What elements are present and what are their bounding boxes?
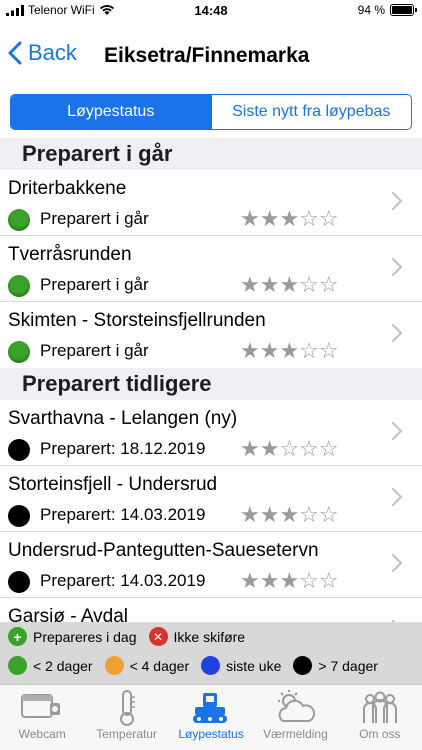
page-title: Eiksetra/Finnemarka — [104, 44, 310, 67]
battery-icon — [390, 4, 417, 16]
status-legend: + Prepareres i dag ✕ Ikke skiføre < 2 da… — [0, 622, 422, 684]
plus-circle-icon: + — [8, 627, 27, 646]
green-dot-icon — [8, 656, 27, 675]
webcam-icon — [21, 694, 61, 718]
rating-stars: ★★★☆☆ — [240, 338, 339, 363]
chevron-right-icon — [392, 422, 402, 440]
status-dot-black — [8, 571, 30, 593]
tab-bar: Webcam Temperatur Løypestatus Værmelding… — [0, 684, 422, 750]
status-dot-black — [8, 439, 30, 461]
tab-label: Om oss — [359, 727, 401, 741]
chevron-right-icon — [392, 258, 402, 276]
legend-gt7: > 7 dager — [318, 657, 378, 674]
trail-name: Garsjø - Avdal — [8, 606, 129, 622]
segment-siste-nytt[interactable]: Siste nytt fra løypebas — [210, 95, 412, 129]
blue-dot-icon — [201, 656, 221, 675]
status-dot-green — [8, 275, 30, 297]
weather-cloud-icon — [278, 690, 316, 722]
trail-row[interactable]: Undersrud-Pantegutten-Sauesetervn Prepar… — [0, 532, 422, 598]
tab-temperatur[interactable]: Temperatur — [84, 685, 168, 750]
legend-lt2: < 2 dager — [33, 657, 93, 674]
rating-stars: ★★★☆☆ — [240, 568, 339, 593]
tab-label: Webcam — [18, 727, 66, 741]
trail-row[interactable]: Garsjø - Avdal ★★★☆☆ — [0, 598, 422, 622]
status-dot-green — [8, 209, 30, 231]
trail-list[interactable]: Preparert i går Driterbakkene Preparert … — [0, 138, 422, 622]
trail-row[interactable]: Storteinsfjell - Undersrud Preparert: 14… — [0, 466, 422, 532]
trail-status: Preparert i går — [40, 209, 149, 228]
segmented-control: Løypestatus Siste nytt fra løypebas — [10, 94, 412, 130]
legend-not-skiable: Ikke skiføre — [173, 628, 246, 645]
tab-label: Værmelding — [263, 727, 328, 741]
app-screen: Telenor WiFi 14:48 94 % Back Eiksetra/Fi… — [0, 0, 422, 750]
back-label: Back — [28, 40, 77, 65]
chevron-right-icon — [392, 324, 402, 342]
tab-label: Løypestatus — [178, 727, 244, 741]
rating-stars: ★★☆☆☆ — [240, 436, 339, 461]
section-header-prepared-yesterday: Preparert i går — [0, 138, 422, 170]
thermometer-icon — [119, 690, 135, 726]
trail-status: Preparert: 14.03.2019 — [40, 505, 206, 524]
chevron-left-icon — [8, 41, 22, 65]
orange-dot-icon — [104, 656, 124, 675]
legend-line-1: + Prepareres i dag ✕ Ikke skiføre — [8, 627, 257, 646]
legend-prepares-today: Prepareres i dag — [33, 628, 137, 645]
section-header-prepared-earlier: Preparert tidligere — [0, 368, 422, 400]
trail-name: Svarthavna - Lelangen (ny) — [8, 408, 238, 429]
chevron-right-icon — [392, 488, 402, 506]
segment-loypestatus[interactable]: Løypestatus — [11, 95, 211, 129]
legend-line-2: < 2 dager < 4 dager siste uke > 7 dager — [8, 656, 390, 675]
trail-row[interactable]: Driterbakkene Preparert i går ★★★☆☆ — [0, 170, 422, 236]
trail-status: Preparert i går — [40, 341, 149, 360]
status-right: 94 % — [357, 3, 417, 17]
trail-status: Preparert: 14.03.2019 — [40, 571, 206, 590]
rating-stars: ★★★☆☆ — [240, 272, 339, 297]
black-dot-icon — [293, 656, 313, 675]
trail-status: Preparert i går — [40, 275, 149, 294]
back-button[interactable]: Back — [8, 40, 77, 66]
people-icon — [362, 691, 397, 723]
legend-lt4: < 4 dager — [129, 657, 190, 674]
snow-groomer-icon — [193, 693, 228, 723]
status-dot-black — [8, 505, 30, 527]
tab-loypestatus[interactable]: Løypestatus — [169, 685, 253, 750]
trail-name: Driterbakkene — [8, 178, 127, 199]
trail-name: Skimten - Storsteinsfjellrunden — [8, 310, 266, 331]
trail-row[interactable]: Skimten - Storsteinsfjellrunden Preparer… — [0, 302, 422, 368]
tab-webcam[interactable]: Webcam — [0, 685, 84, 750]
trail-name: Tverråsrunden — [8, 244, 132, 265]
rating-stars: ★★★☆☆ — [240, 502, 339, 527]
navigation-bar: Back Eiksetra/Finnemarka — [0, 26, 422, 86]
x-circle-icon: ✕ — [148, 627, 168, 646]
chevron-right-icon — [392, 554, 402, 572]
tab-om-oss[interactable]: Om oss — [338, 685, 422, 750]
trail-status: Preparert: 18.12.2019 — [40, 439, 206, 458]
chevron-right-icon — [392, 192, 402, 210]
trail-name: Storteinsfjell - Undersrud — [8, 474, 218, 495]
status-bar: Telenor WiFi 14:48 94 % — [0, 0, 422, 24]
battery-percent: 94 % — [357, 3, 385, 17]
legend-last-week: siste uke — [226, 657, 282, 674]
status-dot-green — [8, 341, 30, 363]
trail-name: Undersrud-Pantegutten-Sauesetervn — [8, 540, 319, 561]
trail-row[interactable]: Svarthavna - Lelangen (ny) Preparert: 18… — [0, 400, 422, 466]
tab-vaermelding[interactable]: Værmelding — [253, 685, 337, 750]
tab-label: Temperatur — [96, 727, 157, 741]
trail-row[interactable]: Tverråsrunden Preparert i går ★★★☆☆ — [0, 236, 422, 302]
rating-stars: ★★★☆☆ — [240, 206, 339, 231]
